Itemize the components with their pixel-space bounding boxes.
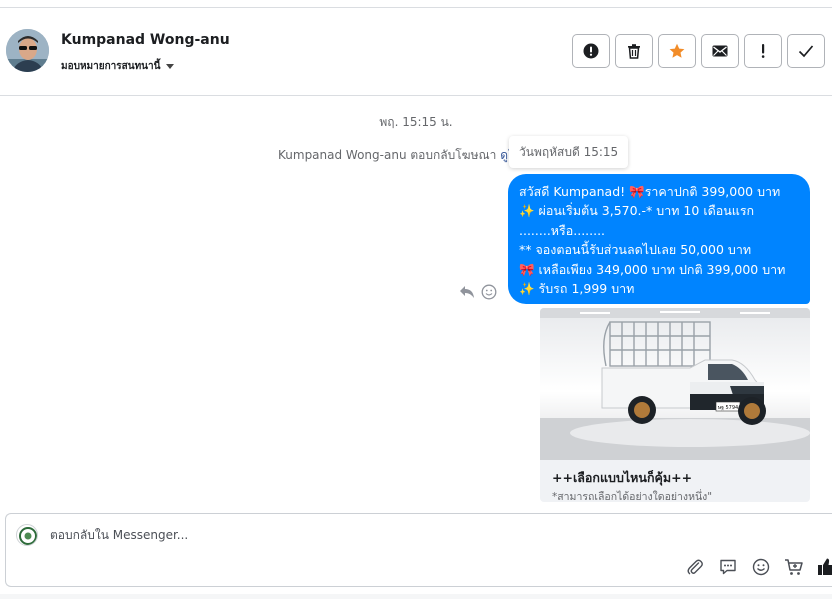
message-line: ........หรือ........ [519, 222, 606, 238]
message-line: ✨ รับรถ 1,999 บาท [519, 281, 635, 297]
attach-button[interactable] [684, 556, 706, 578]
message-line: ✨ ผ่อนเริ่มต้น 3,570.-* บาท 10 เดือนแรก [519, 203, 755, 219]
license-plate: ษฐ 5794 [718, 405, 738, 411]
paperclip-icon [687, 559, 703, 575]
smiley-icon [752, 558, 770, 576]
exclamation-icon [761, 44, 765, 58]
conversation-header: Kumpanad Wong-anu มอบหมายการสนทนานี้ [0, 8, 832, 96]
add-to-cart-button[interactable] [783, 556, 805, 578]
follow-up-button[interactable] [744, 34, 782, 68]
thumbs-up-icon [818, 558, 832, 575]
reply-button[interactable] [458, 283, 476, 301]
envelope-icon [712, 45, 728, 57]
cart-plus-icon [785, 559, 803, 575]
conversation-timestamp: พฤ. 15:15 น. [379, 115, 453, 129]
chat-bubble-icon [720, 559, 736, 575]
check-icon [798, 45, 814, 58]
like-button[interactable] [816, 556, 832, 578]
caret-down-icon [166, 63, 175, 69]
message-time-tooltip: วันพฤหัสบดี 15:15 [509, 136, 629, 168]
star-button[interactable] [658, 34, 696, 68]
reply-icon [460, 286, 474, 298]
message-line: สวัสดี Kumpanad! 🎀ราคาปกติ 399,000 บาท [519, 184, 781, 199]
message-line: 🎀 เหลือเพียง 349,000 บาท ปกติ 399,000 บา… [519, 261, 786, 277]
contact-name[interactable]: Kumpanad Wong-anu [61, 32, 230, 48]
pickup-truck-image: ษฐ 5794 [540, 308, 810, 460]
mark-unread-button[interactable] [701, 34, 739, 68]
done-button[interactable] [787, 34, 825, 68]
reply-input[interactable] [50, 528, 650, 542]
smiley-icon [481, 284, 497, 300]
message-line: ** จองตอนนี้รับส่วนลดไปเลย 50,000 บาท [519, 242, 752, 258]
header-actions [572, 34, 825, 68]
reply-note-text: Kumpanad Wong-anu ตอบกลับโฆษณา [278, 148, 497, 162]
attachment-card[interactable]: ษฐ 5794 ++เลือกแบบไหนก็คุ้ม++ *สามารถเลื… [540, 308, 810, 502]
message-tools [458, 283, 498, 301]
assign-conversation-dropdown[interactable]: มอบหมายการสนทนานี้ [61, 59, 175, 74]
delete-button[interactable] [615, 34, 653, 68]
star-icon [669, 43, 685, 58]
card-title: ++เลือกแบบไหนก็คุ้ม++ [552, 470, 693, 485]
outgoing-message-bubble[interactable]: สวัสดี Kumpanad! 🎀ราคาปกติ 399,000 บาท ✨… [508, 174, 810, 304]
assign-label: มอบหมายการสนทนานี้ [61, 61, 161, 72]
card-subtitle: *สามารถเลือกได้อย่างใดอย่างหนึ่ง" [552, 491, 713, 502]
bottom-strip [0, 594, 832, 599]
composer-tools [684, 556, 832, 578]
emoji-button[interactable] [750, 556, 772, 578]
alert-circle-icon [583, 43, 599, 59]
reply-composer [5, 513, 832, 587]
spam-button[interactable] [572, 34, 610, 68]
trash-icon [628, 44, 640, 59]
page-avatar [16, 524, 38, 546]
react-button[interactable] [480, 283, 498, 301]
saved-replies-button[interactable] [717, 556, 739, 578]
contact-avatar[interactable] [6, 29, 49, 72]
